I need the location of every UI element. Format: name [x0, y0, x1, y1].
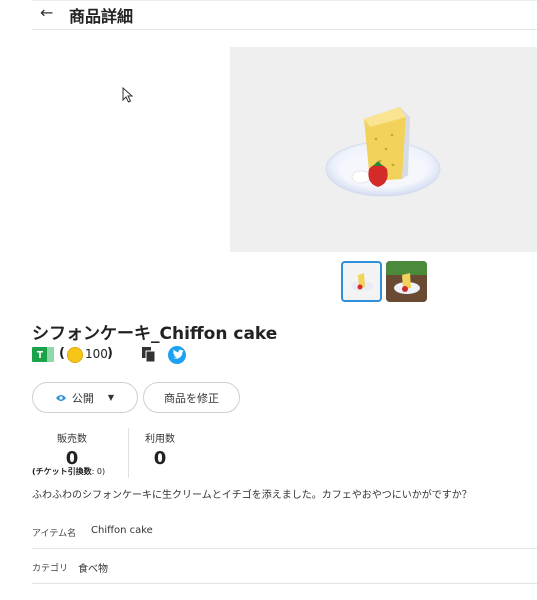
ticket-icon: [32, 347, 54, 362]
mouse-cursor-icon: [122, 87, 134, 103]
price-paren-open: (: [59, 346, 65, 361]
sales-label: 販売数: [57, 434, 87, 445]
product-description: ふわふわのシフォンケーキに生クリームとイチゴを添えました。カフェやおやつにいかが…: [32, 490, 472, 501]
visibility-label: 公開: [71, 391, 94, 405]
product-meta-row: ( 100 ): [32, 346, 232, 364]
edit-product-button[interactable]: 商品を修正: [143, 382, 240, 413]
attribute-value: 食べ物: [78, 564, 108, 575]
usage-stat: 利用数 0: [130, 430, 190, 469]
cake-thumbnail-icon: [351, 273, 373, 291]
chiffon-cake-illustration: [325, 107, 441, 197]
ticket-exchange-note: (チケット引換数: 0): [32, 466, 105, 477]
copy-icon[interactable]: [142, 347, 156, 362]
cake-thumbnail-icon: [386, 261, 427, 302]
coin-icon: [67, 347, 83, 363]
visibility-dropdown[interactable]: 公開 ▼: [32, 382, 138, 413]
ticket-note-label: (チケット引換数: [32, 467, 92, 476]
sales-stat: 販売数 0: [42, 430, 102, 469]
attribute-row-category: カテゴリ 食べ物: [32, 549, 537, 584]
caret-down-icon: ▼: [107, 393, 115, 402]
twitter-icon[interactable]: [168, 346, 186, 364]
usage-label: 利用数: [145, 434, 175, 445]
ticket-note-value: : 0): [91, 467, 106, 476]
attribute-label: カテゴリ: [32, 564, 69, 574]
usage-value: 0: [153, 448, 167, 469]
page-title: 商品詳細: [69, 7, 134, 26]
thumbnail-2[interactable]: [386, 261, 427, 302]
attribute-label: アイテム名: [32, 529, 77, 539]
page-header: ← 商品詳細: [32, 0, 537, 30]
price-paren-close: ): [107, 346, 113, 361]
back-arrow-icon[interactable]: ←: [40, 3, 53, 22]
stats-divider: [128, 428, 129, 478]
thumbnail-1[interactable]: [341, 261, 382, 302]
product-name: シフォンケーキ_Chiffon cake: [32, 324, 278, 344]
product-price: 100: [85, 347, 108, 361]
eye-icon: [55, 394, 66, 401]
attribute-value: Chiffon cake: [91, 525, 153, 536]
attribute-row-item-name: アイテム名 Chiffon cake: [32, 514, 537, 549]
product-main-image: [230, 47, 537, 252]
